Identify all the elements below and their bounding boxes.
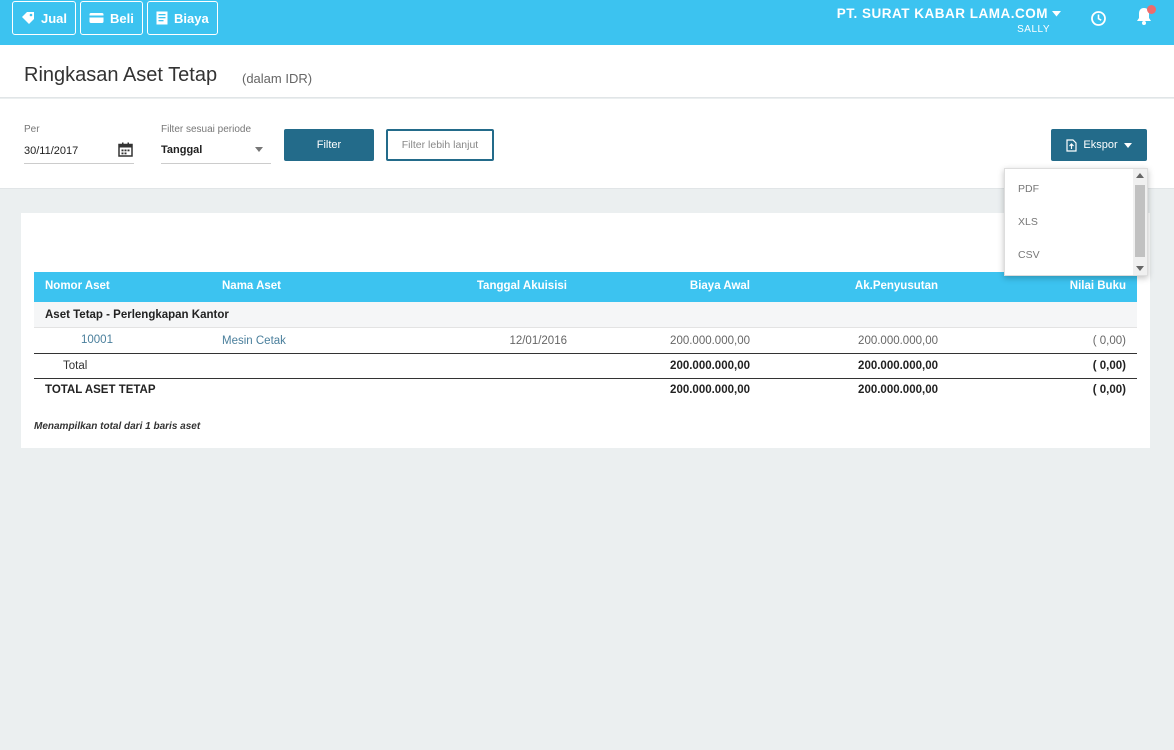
company-selector[interactable]: PT. SURAT KABAR LAMA.COM xyxy=(837,6,1061,21)
clock-icon[interactable] xyxy=(1090,10,1107,27)
asset-name-link[interactable]: Mesin Cetak xyxy=(222,335,286,347)
col-nama-aset: Nama Aset xyxy=(222,280,282,292)
receipt-icon xyxy=(156,11,168,25)
col-tanggal-akuisisi: Tanggal Akuisisi xyxy=(476,280,567,292)
report-card: Nomor Aset Nama Aset Tanggal Akuisisi Bi… xyxy=(21,213,1150,448)
biaya-button[interactable]: Biaya xyxy=(147,1,218,35)
grand-total-depreciation: 200.000.000,00 xyxy=(858,384,938,396)
per-date-input[interactable]: 30/11/2017 xyxy=(24,145,78,157)
grand-total-initial-cost: 200.000.000,00 xyxy=(670,384,750,396)
book-value: ( 0,00) xyxy=(1092,335,1126,347)
per-underline xyxy=(24,163,134,164)
calendar-icon[interactable] xyxy=(118,142,133,157)
top-bar: Jual Beli Biaya PT. SURAT KABAR LAMA.COM… xyxy=(0,0,1174,45)
export-pdf-option[interactable]: PDF xyxy=(1018,183,1039,195)
group-row: Aset Tetap - Perlengkapan Kantor xyxy=(34,302,1137,328)
export-dropdown: PDF XLS CSV xyxy=(1004,168,1148,276)
beli-button[interactable]: Beli xyxy=(80,1,143,35)
accumulated-depreciation: 200.000.000,00 xyxy=(858,335,938,347)
export-label: Ekspor xyxy=(1083,139,1118,151)
col-biaya-awal: Biaya Awal xyxy=(689,280,750,292)
page-subtitle: (dalam IDR) xyxy=(242,71,313,86)
biaya-label: Biaya xyxy=(174,10,209,26)
table-header: Nomor Aset Nama Aset Tanggal Akuisisi Bi… xyxy=(34,272,1137,302)
jual-label: Jual xyxy=(41,10,68,26)
tag-icon xyxy=(22,12,34,24)
caret-down-icon xyxy=(1052,10,1061,16)
col-nilai-buku: Nilai Buku xyxy=(1069,280,1126,292)
total-book-value: ( 0,00) xyxy=(1092,360,1126,372)
page-title: Ringkasan Aset Tetap xyxy=(24,64,218,86)
export-csv-option[interactable]: CSV xyxy=(1018,249,1040,261)
group-name: Aset Tetap - Perlengkapan Kantor xyxy=(45,309,229,321)
export-xls-option[interactable]: XLS xyxy=(1018,216,1038,228)
scroll-up-icon[interactable] xyxy=(1136,173,1144,178)
export-file-icon xyxy=(1066,138,1077,152)
notification-badge xyxy=(1147,5,1156,14)
jual-button[interactable]: Jual xyxy=(12,1,77,35)
company-name: PT. SURAT KABAR LAMA.COM xyxy=(836,6,1048,21)
scrollbar-thumb[interactable] xyxy=(1135,185,1145,257)
filter-more-button[interactable]: Filter lebih lanjut xyxy=(386,129,494,161)
total-label: Total xyxy=(63,360,88,372)
footnote: Menampilkan total dari 1 baris aset xyxy=(34,421,201,432)
filter-bar: Per 30/11/2017 Filter sesuai periode Tan… xyxy=(0,99,1174,189)
col-penyusutan: Ak.Penyusutan xyxy=(854,280,938,292)
page-header: Ringkasan Aset Tetap (dalam IDR) xyxy=(0,45,1174,98)
period-label: Filter sesuai periode xyxy=(161,124,252,135)
period-select[interactable]: Tanggal xyxy=(161,144,202,156)
col-nomor-aset: Nomor Aset xyxy=(45,280,110,292)
asset-number-link[interactable]: 10001 xyxy=(81,334,113,346)
user-name: SALLY xyxy=(1017,24,1050,35)
total-initial-cost: 200.000.000,00 xyxy=(670,360,750,372)
grand-total-row: TOTAL ASET TETAP 200.000.000,00 200.000.… xyxy=(34,380,1137,404)
period-underline xyxy=(161,163,271,164)
total-row: Total 200.000.000,00 200.000.000,00 ( 0,… xyxy=(34,355,1137,379)
per-label: Per xyxy=(24,124,40,135)
caret-down-icon xyxy=(1123,142,1132,148)
beli-label: Beli xyxy=(110,10,134,26)
card-icon xyxy=(89,13,104,23)
export-button[interactable]: Ekspor xyxy=(1051,129,1147,161)
acquisition-date: 12/01/2016 xyxy=(509,335,567,347)
scroll-down-icon[interactable] xyxy=(1136,266,1144,271)
caret-down-icon[interactable] xyxy=(255,147,263,152)
grand-total-book-value: ( 0,00) xyxy=(1092,384,1126,396)
total-depreciation: 200.000.000,00 xyxy=(858,360,938,372)
filter-button[interactable]: Filter xyxy=(284,129,374,161)
initial-cost: 200.000.000,00 xyxy=(670,335,750,347)
grand-total-label: TOTAL ASET TETAP xyxy=(45,384,156,396)
table-row: 10001 Mesin Cetak 12/01/2016 200.000.000… xyxy=(34,329,1137,354)
dropdown-scrollbar[interactable] xyxy=(1133,169,1147,275)
